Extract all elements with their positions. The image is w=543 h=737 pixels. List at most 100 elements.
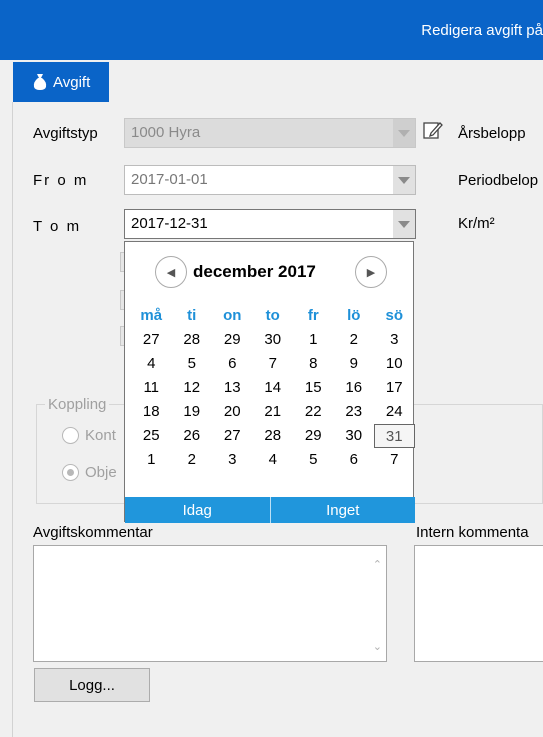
calendar-day[interactable]: 6 bbox=[334, 448, 375, 472]
calendar-day[interactable]: 13 bbox=[212, 376, 253, 400]
calendar-day[interactable]: 1 bbox=[131, 448, 172, 472]
calendar-day[interactable]: 5 bbox=[293, 448, 334, 472]
krm2-label: Kr/m² bbox=[458, 215, 495, 232]
calendar-day[interactable]: 12 bbox=[172, 376, 213, 400]
weekday-label: må bbox=[140, 307, 163, 324]
calendar-week-row: 18 19 20 21 22 23 24 bbox=[131, 400, 415, 424]
calendar-day[interactable]: 15 bbox=[293, 376, 334, 400]
title-bar: Redigera avgift på bbox=[0, 0, 543, 60]
chevron-left-icon: ◀ bbox=[166, 266, 176, 279]
weekday-label: ti bbox=[187, 307, 197, 324]
radio-obje[interactable]: Obje bbox=[62, 464, 117, 481]
weekday-header-row: må ti on to fr lö sö bbox=[131, 304, 415, 328]
scroll-down-icon[interactable]: ⌄ bbox=[373, 640, 382, 653]
calendar-day[interactable]: 30 bbox=[253, 328, 294, 352]
calendar-week-row: 4 5 6 7 8 9 10 bbox=[131, 352, 415, 376]
from-value: 2017-01-01 bbox=[131, 171, 208, 188]
weekday-label: fr bbox=[307, 307, 319, 324]
chevron-down-icon[interactable] bbox=[393, 166, 415, 194]
calendar-day[interactable]: 21 bbox=[253, 400, 294, 424]
calendar-day[interactable]: 14 bbox=[253, 376, 294, 400]
avgiftstyp-combo: 1000 Hyra bbox=[124, 118, 416, 148]
avgiftskommentar-label: Avgiftskommentar bbox=[33, 524, 153, 541]
intern-kommentar-textarea[interactable] bbox=[414, 545, 543, 662]
calendar-footer: Idag Inget bbox=[125, 497, 415, 523]
money-bag-icon bbox=[33, 74, 47, 90]
calendar-day[interactable]: 8 bbox=[293, 352, 334, 376]
calendar-day[interactable]: 19 bbox=[172, 400, 213, 424]
calendar-day[interactable]: 28 bbox=[253, 424, 294, 448]
window-title: Redigera avgift på bbox=[421, 22, 543, 39]
intern-kommentar-label: Intern kommenta bbox=[416, 524, 529, 541]
calendar-day[interactable]: 6 bbox=[212, 352, 253, 376]
tab-avgift[interactable]: Avgift bbox=[13, 62, 109, 102]
calendar-day[interactable]: 16 bbox=[334, 376, 375, 400]
weekday-label: lö bbox=[347, 307, 361, 324]
from-date-picker[interactable]: 2017-01-01 bbox=[124, 165, 416, 195]
calendar-day[interactable]: 5 bbox=[172, 352, 213, 376]
avgiftstyp-value: 1000 Hyra bbox=[131, 124, 201, 141]
avgiftskommentar-textarea[interactable]: ⌃ ⌄ bbox=[33, 545, 387, 662]
footer-divider bbox=[269, 497, 271, 523]
chevron-down-icon[interactable] bbox=[393, 210, 415, 238]
radio-obje-label: Obje bbox=[85, 464, 117, 481]
calendar-day[interactable]: 28 bbox=[172, 328, 213, 352]
scroll-up-icon[interactable]: ⌃ bbox=[373, 558, 382, 571]
calendar-day[interactable]: 3 bbox=[374, 328, 415, 352]
next-month-button[interactable]: ▶ bbox=[355, 256, 387, 288]
calendar-day[interactable]: 22 bbox=[293, 400, 334, 424]
calendar-day[interactable]: 7 bbox=[374, 448, 415, 472]
radio-circle-icon bbox=[62, 464, 79, 481]
calendar-day[interactable]: 4 bbox=[253, 448, 294, 472]
radio-circle-icon bbox=[62, 427, 79, 444]
calendar-month-title: december 2017 bbox=[193, 262, 316, 281]
calendar-day[interactable]: 20 bbox=[212, 400, 253, 424]
calendar-day[interactable]: 1 bbox=[293, 328, 334, 352]
calendar-day[interactable]: 29 bbox=[293, 424, 334, 448]
calendar-day[interactable]: 10 bbox=[374, 352, 415, 376]
tom-value: 2017-12-31 bbox=[131, 215, 208, 232]
weekday-label: on bbox=[223, 307, 242, 324]
calendar-day[interactable]: 24 bbox=[374, 400, 415, 424]
calendar-day[interactable]: 25 bbox=[131, 424, 172, 448]
calendar-day[interactable]: 30 bbox=[334, 424, 375, 448]
from-label: Fr o m bbox=[33, 172, 89, 189]
calendar-dropdown: ◀ december 2017 ▶ må ti on to fr lö sö 27 28 29 30… bbox=[124, 241, 415, 523]
tom-date-picker[interactable]: 2017-12-31 bbox=[124, 209, 416, 239]
calendar-day[interactable]: 2 bbox=[172, 448, 213, 472]
calendar-day[interactable]: 18 bbox=[131, 400, 172, 424]
calendar-day[interactable]: 31 bbox=[374, 424, 415, 448]
calendar-day[interactable]: 26 bbox=[172, 424, 213, 448]
calendar-day[interactable]: 3 bbox=[212, 448, 253, 472]
calendar-day[interactable]: 17 bbox=[374, 376, 415, 400]
calendar-day[interactable]: 9 bbox=[334, 352, 375, 376]
calendar-day[interactable]: 7 bbox=[253, 352, 294, 376]
calendar-day[interactable]: 29 bbox=[212, 328, 253, 352]
calendar-day[interactable]: 27 bbox=[212, 424, 253, 448]
radio-kont-label: Kont bbox=[85, 427, 116, 444]
avgiftstyp-label: Avgiftstyp bbox=[33, 125, 98, 142]
calendar-week-row: 1234567 bbox=[131, 448, 415, 472]
koppling-legend: Koppling bbox=[45, 396, 110, 413]
prev-month-button[interactable]: ◀ bbox=[155, 256, 187, 288]
calendar-day[interactable]: 23 bbox=[334, 400, 375, 424]
none-button[interactable]: Inget bbox=[271, 497, 416, 523]
arsbelopp-label: Årsbelopp bbox=[458, 125, 526, 142]
calendar-day[interactable]: 11 bbox=[131, 376, 172, 400]
calendar-day[interactable]: 2 bbox=[334, 328, 375, 352]
logg-button-label: Logg... bbox=[69, 676, 115, 694]
calendar-day[interactable]: 4 bbox=[131, 352, 172, 376]
calendar-day[interactable]: 27 bbox=[131, 328, 172, 352]
tab-label: Avgift bbox=[53, 73, 91, 91]
periodbelopp-label: Periodbelop bbox=[458, 172, 539, 189]
logg-button[interactable]: Logg... bbox=[34, 668, 150, 702]
tab-strip: Avgift bbox=[0, 60, 543, 102]
weekday-label: sö bbox=[385, 307, 403, 324]
radio-kont[interactable]: Kont bbox=[62, 427, 116, 444]
edit-fee-window: Redigera avgift på Avgift Avgiftstyp 100… bbox=[0, 0, 543, 737]
today-button[interactable]: Idag bbox=[125, 497, 270, 523]
weekday-label: to bbox=[265, 307, 280, 324]
calendar-header: ◀ december 2017 ▶ bbox=[125, 256, 415, 288]
chevron-down-icon bbox=[393, 119, 415, 147]
edit-icon[interactable] bbox=[423, 120, 443, 140]
